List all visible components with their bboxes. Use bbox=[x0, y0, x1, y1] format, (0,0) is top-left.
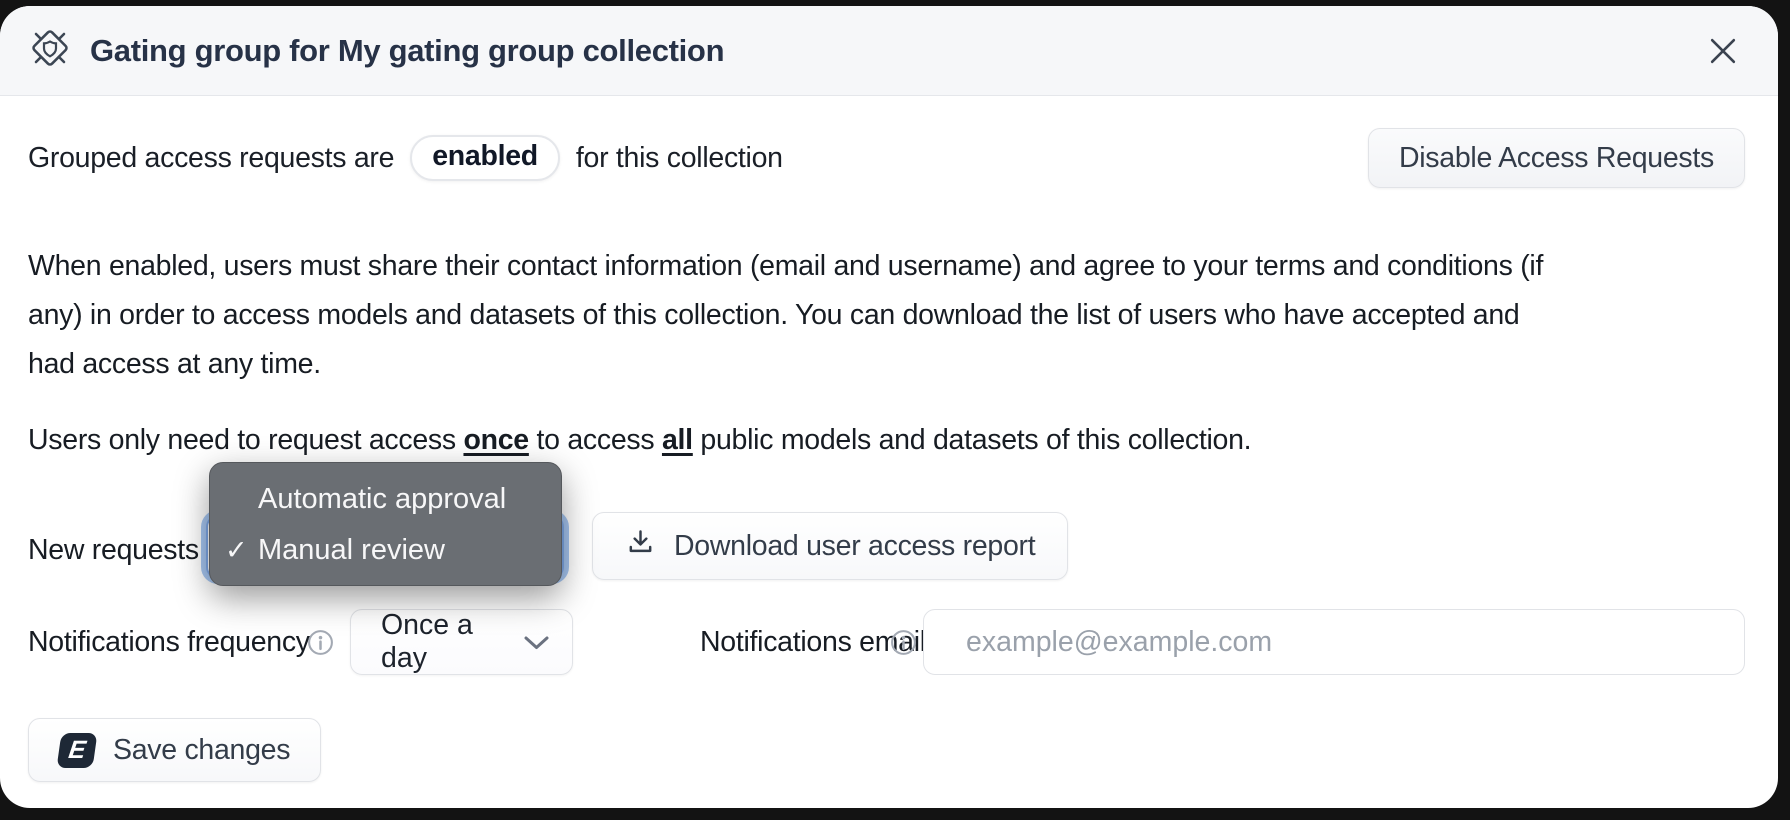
status-badge: enabled bbox=[410, 135, 560, 181]
dropdown-option-label: Manual review bbox=[258, 534, 445, 567]
checkmark-icon: ✓ bbox=[225, 535, 248, 566]
note-part3: public models and datasets of this colle… bbox=[693, 424, 1252, 456]
note-text: Users only need to request access once t… bbox=[28, 424, 1728, 457]
dropdown-option-automatic-approval[interactable]: Automatic approval bbox=[210, 474, 561, 525]
status-text-after: for this collection bbox=[576, 142, 783, 175]
notifications-frequency-label: Notifications frequency bbox=[28, 608, 310, 676]
dialog-title: Gating group for My gating group collect… bbox=[90, 33, 724, 69]
close-icon bbox=[1710, 52, 1736, 67]
disable-access-requests-button[interactable]: Disable Access Requests bbox=[1368, 128, 1745, 188]
frequency-value: Once a day bbox=[381, 609, 523, 675]
save-button-label: Save changes bbox=[113, 734, 290, 767]
gate-icon bbox=[26, 24, 74, 77]
notifications-email-input[interactable] bbox=[923, 609, 1745, 675]
save-changes-button[interactable]: E Save changes bbox=[28, 718, 321, 782]
note-emph-all: all bbox=[662, 424, 693, 456]
chevron-down-icon bbox=[523, 626, 550, 659]
new-requests-label: New requests: bbox=[28, 534, 206, 567]
new-requests-dropdown-menu: Automatic approval ✓ Manual review bbox=[209, 462, 562, 586]
download-button-label: Download user access report bbox=[674, 530, 1035, 563]
download-icon bbox=[625, 527, 656, 566]
description-text: When enabled, users must share their con… bbox=[28, 242, 1550, 389]
notifications-row: Notifications frequency Once a day Notif… bbox=[0, 608, 1778, 676]
close-button[interactable] bbox=[1704, 32, 1742, 70]
status-row: Grouped access requests are enabled for … bbox=[28, 128, 1745, 188]
notifications-frequency-select[interactable]: Once a day bbox=[350, 609, 573, 675]
enterprise-icon: E bbox=[57, 733, 98, 768]
dropdown-option-manual-review[interactable]: ✓ Manual review bbox=[210, 525, 561, 576]
status-text-before: Grouped access requests are bbox=[28, 142, 394, 175]
gating-group-dialog: Gating group for My gating group collect… bbox=[0, 6, 1778, 808]
note-part1: Users only need to request access bbox=[28, 424, 463, 456]
note-part2: to access bbox=[529, 424, 662, 456]
dialog-header: Gating group for My gating group collect… bbox=[0, 6, 1778, 96]
note-emph-once: once bbox=[463, 424, 528, 456]
download-user-access-report-button[interactable]: Download user access report bbox=[592, 512, 1068, 580]
info-icon[interactable] bbox=[306, 628, 335, 657]
info-icon[interactable] bbox=[889, 628, 918, 657]
dropdown-option-label: Automatic approval bbox=[258, 483, 506, 516]
